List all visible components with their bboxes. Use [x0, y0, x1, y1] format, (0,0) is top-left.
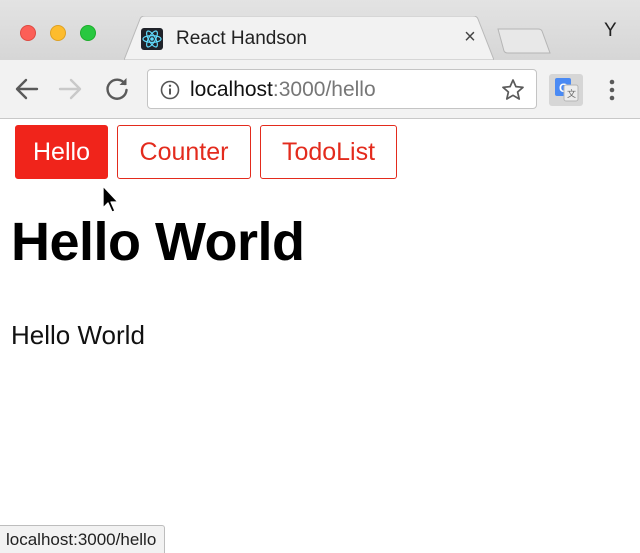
nav-todolist-button[interactable]: TodoList	[260, 125, 397, 179]
page-content: Hello Counter TodoList Hello World Hello…	[0, 119, 640, 553]
reload-icon[interactable]	[103, 75, 131, 103]
address-bar[interactable]: localhost:3000/hello	[147, 69, 537, 109]
status-bar-url: localhost:3000/hello	[0, 525, 166, 553]
tab-close-icon[interactable]: ×	[460, 25, 480, 49]
tab-strip: React Handson × Y	[0, 0, 640, 60]
url-path: :3000/hello	[272, 78, 376, 101]
url-text[interactable]: localhost:3000/hello	[190, 78, 376, 102]
nav-hello-button[interactable]: Hello	[15, 125, 108, 179]
info-icon[interactable]	[160, 80, 180, 100]
browser-window: React Handson × Y localhost:3000/hello 文…	[0, 0, 640, 553]
star-icon[interactable]	[501, 78, 525, 102]
nav-counter-button[interactable]: Counter	[117, 125, 251, 179]
google-translate-icon[interactable]: G 文	[549, 74, 583, 106]
new-tab-button[interactable]	[497, 28, 551, 59]
window-maximize-button[interactable]	[80, 25, 96, 41]
window-minimize-button[interactable]	[50, 25, 66, 41]
profile-initial[interactable]: Y	[604, 20, 617, 42]
page-text: Hello World	[11, 320, 145, 350]
browser-tab[interactable]: React Handson ×	[124, 16, 494, 60]
page-heading: Hello World	[11, 212, 305, 272]
back-arrow-icon[interactable]	[13, 75, 41, 103]
tab-title: React Handson	[176, 28, 307, 49]
window-close-button[interactable]	[20, 25, 36, 41]
url-host: localhost	[190, 78, 273, 101]
menu-dots-icon[interactable]	[601, 77, 623, 103]
react-icon	[141, 28, 163, 50]
svg-text:文: 文	[567, 88, 576, 100]
forward-arrow-icon[interactable]	[56, 75, 84, 103]
browser-toolbar: localhost:3000/hello G 文	[0, 60, 640, 119]
